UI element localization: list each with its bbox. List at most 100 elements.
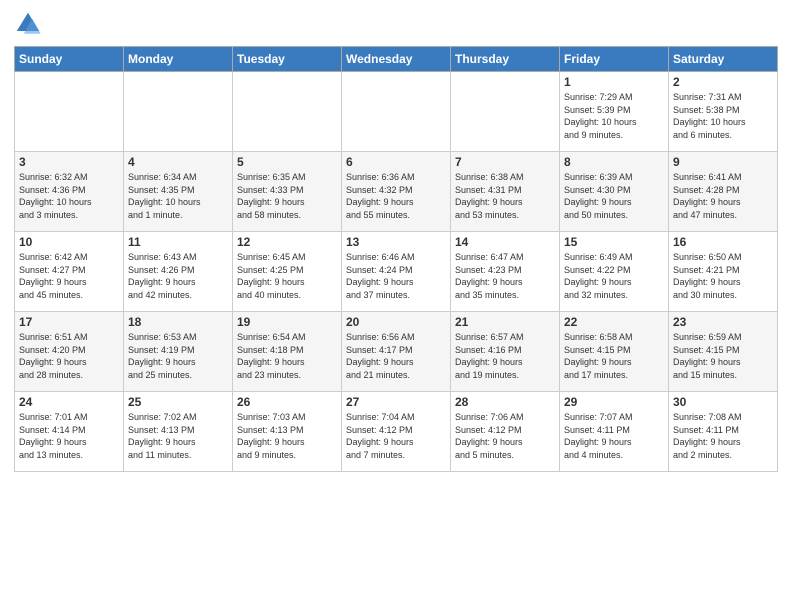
day-cell-30: 30Sunrise: 7:08 AM Sunset: 4:11 PM Dayli… [669,392,778,472]
day-cell-28: 28Sunrise: 7:06 AM Sunset: 4:12 PM Dayli… [451,392,560,472]
empty-cell [451,72,560,152]
header [14,10,778,38]
day-cell-19: 19Sunrise: 6:54 AM Sunset: 4:18 PM Dayli… [233,312,342,392]
weekday-header-row: SundayMondayTuesdayWednesdayThursdayFrid… [15,47,778,72]
day-number: 5 [237,155,337,169]
day-cell-1: 1 Sunrise: 7:29 AM Sunset: 5:39 PM Daylig… [560,72,669,152]
day-cell-11: 11 Sunrise: 6:43 AM Sunset: 4:26 PM Dayli… [124,232,233,312]
empty-cell [233,72,342,152]
day-cell-10: 10Sunrise: 6:42 AM Sunset: 4:27 PM Dayli… [15,232,124,312]
day-number: 12 [237,235,337,249]
empty-cell [124,72,233,152]
day-number: 26 [237,395,337,409]
weekday-header-saturday: Saturday [669,47,778,72]
week-row-4: 17Sunrise: 6:51 AM Sunset: 4:20 PM Dayli… [15,312,778,392]
day-number: 13 [346,235,446,249]
logo-icon [14,10,42,38]
logo [14,10,46,38]
day-number: 17 [19,315,119,329]
day-info: Sunrise: 6:36 AM Sunset: 4:32 PM Dayligh… [346,171,446,221]
weekday-header-thursday: Thursday [451,47,560,72]
day-cell-25: 25 Sunrise: 7:02 AM Sunset: 4:13 PM Dayli… [124,392,233,472]
day-info: Sunrise: 7:07 AM Sunset: 4:11 PM Dayligh… [564,411,664,461]
day-info: Sunrise: 6:57 AM Sunset: 4:16 PM Dayligh… [455,331,555,381]
day-number: 7 [455,155,555,169]
day-number: 30 [673,395,773,409]
day-info: Sunrise: 7:03 AM Sunset: 4:13 PM Dayligh… [237,411,337,461]
week-row-1: 1 Sunrise: 7:29 AM Sunset: 5:39 PM Daylig… [15,72,778,152]
day-info: Sunrise: 6:39 AM Sunset: 4:30 PM Dayligh… [564,171,664,221]
day-number: 27 [346,395,446,409]
day-info: Sunrise: 7:02 AM Sunset: 4:13 PM Dayligh… [128,411,228,461]
weekday-header-wednesday: Wednesday [342,47,451,72]
day-info: Sunrise: 6:43 AM Sunset: 4:26 PM Dayligh… [128,251,228,301]
day-cell-21: 21 Sunrise: 6:57 AM Sunset: 4:16 PM Dayli… [451,312,560,392]
calendar-table: SundayMondayTuesdayWednesdayThursdayFrid… [14,46,778,472]
day-number: 14 [455,235,555,249]
day-number: 2 [673,75,773,89]
day-cell-29: 29 Sunrise: 7:07 AM Sunset: 4:11 PM Dayli… [560,392,669,472]
day-cell-13: 13 Sunrise: 6:46 AM Sunset: 4:24 PM Dayli… [342,232,451,312]
day-info: Sunrise: 6:46 AM Sunset: 4:24 PM Dayligh… [346,251,446,301]
day-cell-14: 14 Sunrise: 6:47 AM Sunset: 4:23 PM Dayli… [451,232,560,312]
weekday-header-friday: Friday [560,47,669,72]
day-cell-2: 2 Sunrise: 7:31 AM Sunset: 5:38 PM Daylig… [669,72,778,152]
weekday-header-tuesday: Tuesday [233,47,342,72]
day-info: Sunrise: 6:35 AM Sunset: 4:33 PM Dayligh… [237,171,337,221]
day-number: 8 [564,155,664,169]
day-cell-22: 22 Sunrise: 6:58 AM Sunset: 4:15 PM Dayli… [560,312,669,392]
day-cell-27: 27 Sunrise: 7:04 AM Sunset: 4:12 PM Dayli… [342,392,451,472]
day-cell-15: 15 Sunrise: 6:49 AM Sunset: 4:22 PM Dayli… [560,232,669,312]
day-info: Sunrise: 6:41 AM Sunset: 4:28 PM Dayligh… [673,171,773,221]
day-cell-26: 26 Sunrise: 7:03 AM Sunset: 4:13 PM Dayli… [233,392,342,472]
day-cell-18: 18 Sunrise: 6:53 AM Sunset: 4:19 PM Dayli… [124,312,233,392]
day-number: 28 [455,395,555,409]
day-number: 11 [128,235,228,249]
weekday-header-sunday: Sunday [15,47,124,72]
day-number: 9 [673,155,773,169]
day-number: 20 [346,315,446,329]
day-number: 23 [673,315,773,329]
day-info: Sunrise: 6:38 AM Sunset: 4:31 PM Dayligh… [455,171,555,221]
day-cell-5: 5 Sunrise: 6:35 AM Sunset: 4:33 PM Daylig… [233,152,342,232]
day-info: Sunrise: 6:34 AM Sunset: 4:35 PM Dayligh… [128,171,228,221]
day-info: Sunrise: 6:53 AM Sunset: 4:19 PM Dayligh… [128,331,228,381]
day-cell-23: 23 Sunrise: 6:59 AM Sunset: 4:15 PM Dayli… [669,312,778,392]
day-info: Sunrise: 6:32 AM Sunset: 4:36 PM Dayligh… [19,171,119,221]
day-cell-17: 17Sunrise: 6:51 AM Sunset: 4:20 PM Dayli… [15,312,124,392]
day-info: Sunrise: 6:47 AM Sunset: 4:23 PM Dayligh… [455,251,555,301]
day-info: Sunrise: 6:58 AM Sunset: 4:15 PM Dayligh… [564,331,664,381]
day-info: Sunrise: 6:56 AM Sunset: 4:17 PM Dayligh… [346,331,446,381]
day-info: Sunrise: 7:01 AM Sunset: 4:14 PM Dayligh… [19,411,119,461]
day-info: Sunrise: 6:59 AM Sunset: 4:15 PM Dayligh… [673,331,773,381]
page-container: SundayMondayTuesdayWednesdayThursdayFrid… [0,0,792,612]
day-info: Sunrise: 6:50 AM Sunset: 4:21 PM Dayligh… [673,251,773,301]
day-cell-8: 8 Sunrise: 6:39 AM Sunset: 4:30 PM Daylig… [560,152,669,232]
day-cell-6: 6 Sunrise: 6:36 AM Sunset: 4:32 PM Daylig… [342,152,451,232]
day-number: 22 [564,315,664,329]
day-number: 29 [564,395,664,409]
day-number: 3 [19,155,119,169]
day-cell-7: 7 Sunrise: 6:38 AM Sunset: 4:31 PM Daylig… [451,152,560,232]
day-number: 24 [19,395,119,409]
day-info: Sunrise: 6:45 AM Sunset: 4:25 PM Dayligh… [237,251,337,301]
day-number: 1 [564,75,664,89]
day-number: 21 [455,315,555,329]
day-cell-24: 24 Sunrise: 7:01 AM Sunset: 4:14 PM Dayli… [15,392,124,472]
day-info: Sunrise: 6:49 AM Sunset: 4:22 PM Dayligh… [564,251,664,301]
week-row-2: 3 Sunrise: 6:32 AM Sunset: 4:36 PM Daylig… [15,152,778,232]
day-cell-3: 3 Sunrise: 6:32 AM Sunset: 4:36 PM Daylig… [15,152,124,232]
day-info: Sunrise: 7:04 AM Sunset: 4:12 PM Dayligh… [346,411,446,461]
day-cell-20: 20 Sunrise: 6:56 AM Sunset: 4:17 PM Dayli… [342,312,451,392]
day-number: 16 [673,235,773,249]
day-cell-16: 16 Sunrise: 6:50 AM Sunset: 4:21 PM Dayli… [669,232,778,312]
day-number: 18 [128,315,228,329]
day-number: 6 [346,155,446,169]
empty-cell [15,72,124,152]
day-number: 10 [19,235,119,249]
day-info: Sunrise: 7:31 AM Sunset: 5:38 PM Dayligh… [673,91,773,141]
day-number: 25 [128,395,228,409]
day-info: Sunrise: 7:29 AM Sunset: 5:39 PM Dayligh… [564,91,664,141]
day-cell-12: 12 Sunrise: 6:45 AM Sunset: 4:25 PM Dayli… [233,232,342,312]
day-number: 15 [564,235,664,249]
